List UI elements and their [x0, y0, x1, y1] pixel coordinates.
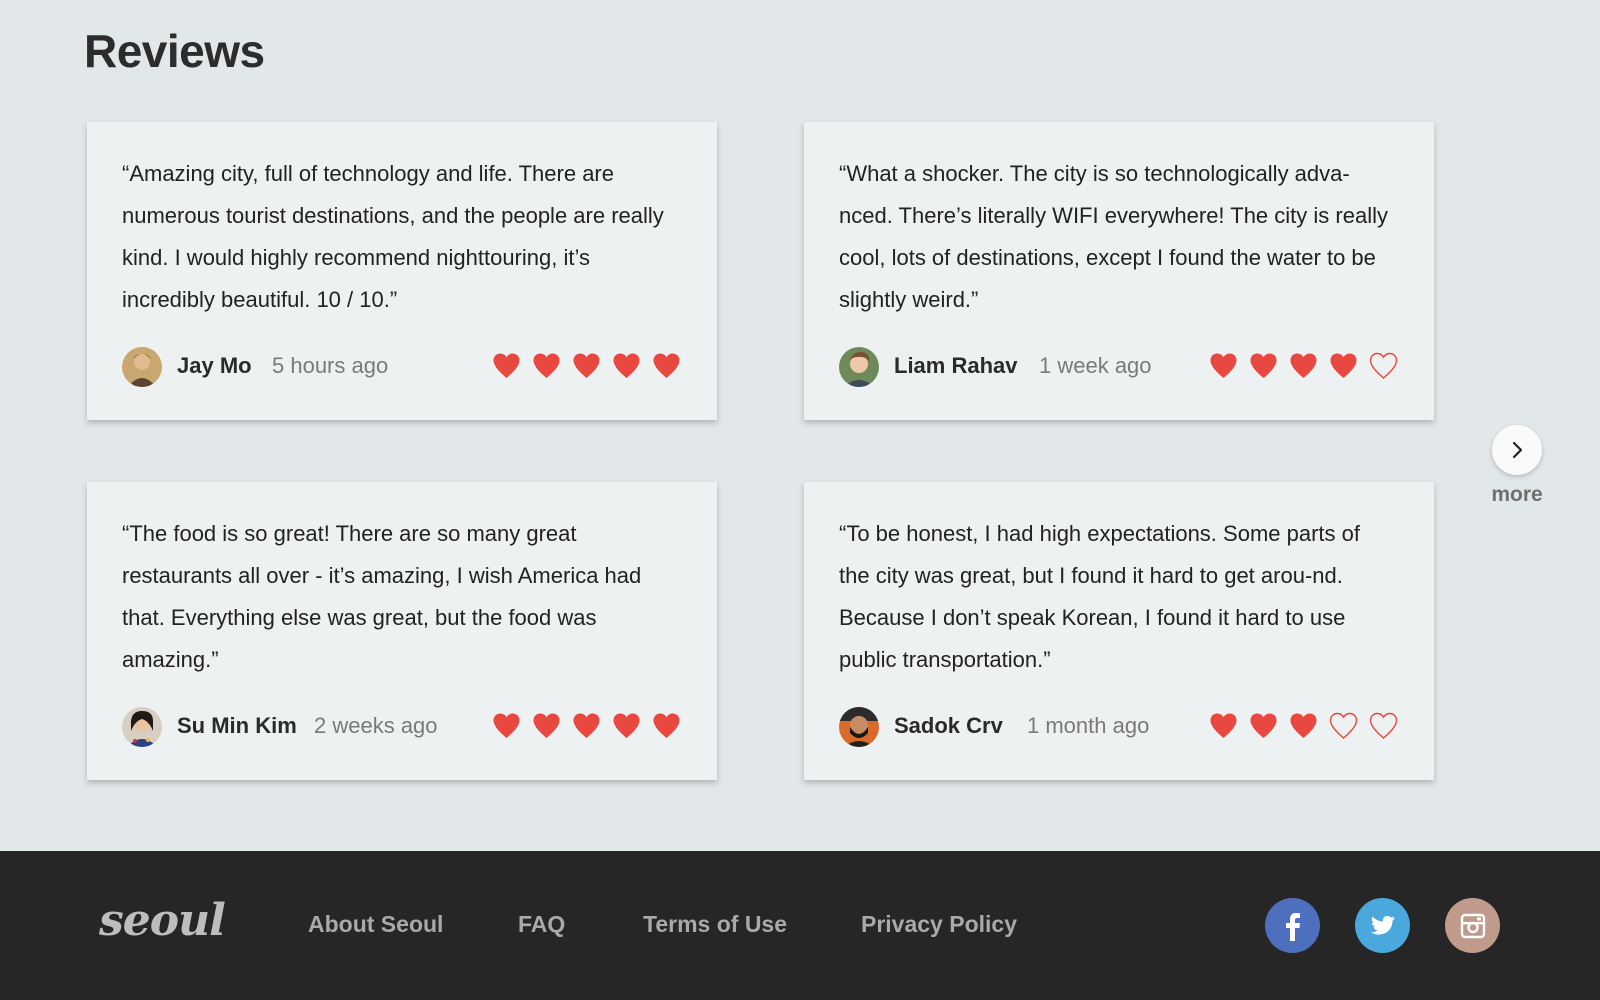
facebook-icon — [1285, 912, 1300, 941]
heart-filled-icon — [533, 713, 560, 738]
footer-link-privacy[interactable]: Privacy Policy — [861, 911, 1017, 938]
review-card: “What a shocker. The city is so technolo… — [804, 122, 1434, 420]
heart-filled-icon — [613, 713, 640, 738]
avatar[interactable] — [122, 707, 162, 747]
review-footer: Jay Mo 5 hours ago — [122, 347, 682, 387]
review-time: 2 weeks ago — [314, 713, 438, 738]
heart-empty-icon — [1329, 712, 1358, 739]
logo[interactable]: seoul — [99, 895, 226, 946]
heart-filled-icon — [493, 713, 520, 738]
heart-filled-icon — [1290, 353, 1317, 378]
heart-filled-icon — [1250, 353, 1277, 378]
site-footer: seoul About Seoul FAQ Terms of Use Priva… — [0, 851, 1600, 1000]
review-text: “The food is so great! There are so many… — [122, 521, 642, 672]
instagram-button[interactable] — [1445, 898, 1500, 953]
reviewer-name[interactable]: Sadok Crv — [894, 713, 1003, 739]
avatar[interactable] — [839, 347, 879, 387]
twitter-icon — [1370, 915, 1395, 935]
review-text: “What a shocker. The city is so technolo… — [839, 161, 1388, 312]
reviewer-name[interactable]: Liam Rahav — [894, 353, 1018, 379]
heart-filled-icon — [1210, 713, 1237, 738]
footer-link-about[interactable]: About Seoul — [308, 911, 443, 938]
heart-filled-icon — [653, 353, 680, 378]
more-control: more — [1487, 425, 1547, 507]
reviewer-name[interactable]: Jay Mo — [177, 353, 252, 379]
rating — [1209, 352, 1398, 382]
review-card: “To be honest, I had high expectations. … — [804, 482, 1434, 780]
avatar[interactable] — [839, 707, 879, 747]
avatar[interactable] — [122, 347, 162, 387]
heart-filled-icon — [533, 353, 560, 378]
next-reviews-button[interactable] — [1492, 425, 1542, 475]
review-footer: Su Min Kim 2 weeks ago — [122, 707, 682, 747]
heart-filled-icon — [1290, 713, 1317, 738]
rating — [492, 352, 681, 382]
heart-filled-icon — [1330, 353, 1357, 378]
twitter-button[interactable] — [1355, 898, 1410, 953]
footer-link-terms[interactable]: Terms of Use — [643, 911, 787, 938]
review-time: 1 month ago — [1027, 713, 1150, 738]
more-label[interactable]: more — [1487, 483, 1547, 507]
heart-filled-icon — [1250, 713, 1277, 738]
page: Reviews “Amazing city, full of technolog… — [0, 0, 1600, 1000]
facebook-button[interactable] — [1265, 898, 1320, 953]
review-footer: Sadok Crv 1 month ago — [839, 707, 1399, 747]
page-title: Reviews — [84, 25, 265, 77]
review-time: 5 hours ago — [272, 353, 389, 378]
footer-link-faq[interactable]: FAQ — [518, 911, 565, 938]
heart-filled-icon — [573, 353, 600, 378]
review-text: “Amazing city, full of technology and li… — [122, 161, 664, 312]
review-footer: Liam Rahav 1 week ago — [839, 347, 1399, 387]
review-card: “The food is so great! There are so many… — [87, 482, 717, 780]
review-time: 1 week ago — [1039, 353, 1152, 378]
review-card: “Amazing city, full of technology and li… — [87, 122, 717, 420]
heart-filled-icon — [493, 353, 520, 378]
rating — [492, 712, 681, 742]
reviewer-name[interactable]: Su Min Kim — [177, 713, 297, 739]
heart-filled-icon — [653, 713, 680, 738]
review-text: “To be honest, I had high expectations. … — [839, 521, 1360, 672]
instagram-icon — [1460, 913, 1485, 938]
heart-empty-icon — [1369, 352, 1398, 379]
heart-empty-icon — [1369, 712, 1398, 739]
heart-filled-icon — [573, 713, 600, 738]
heart-filled-icon — [613, 353, 640, 378]
rating — [1209, 712, 1398, 742]
heart-filled-icon — [1210, 353, 1237, 378]
chevron-right-icon — [1512, 441, 1523, 459]
